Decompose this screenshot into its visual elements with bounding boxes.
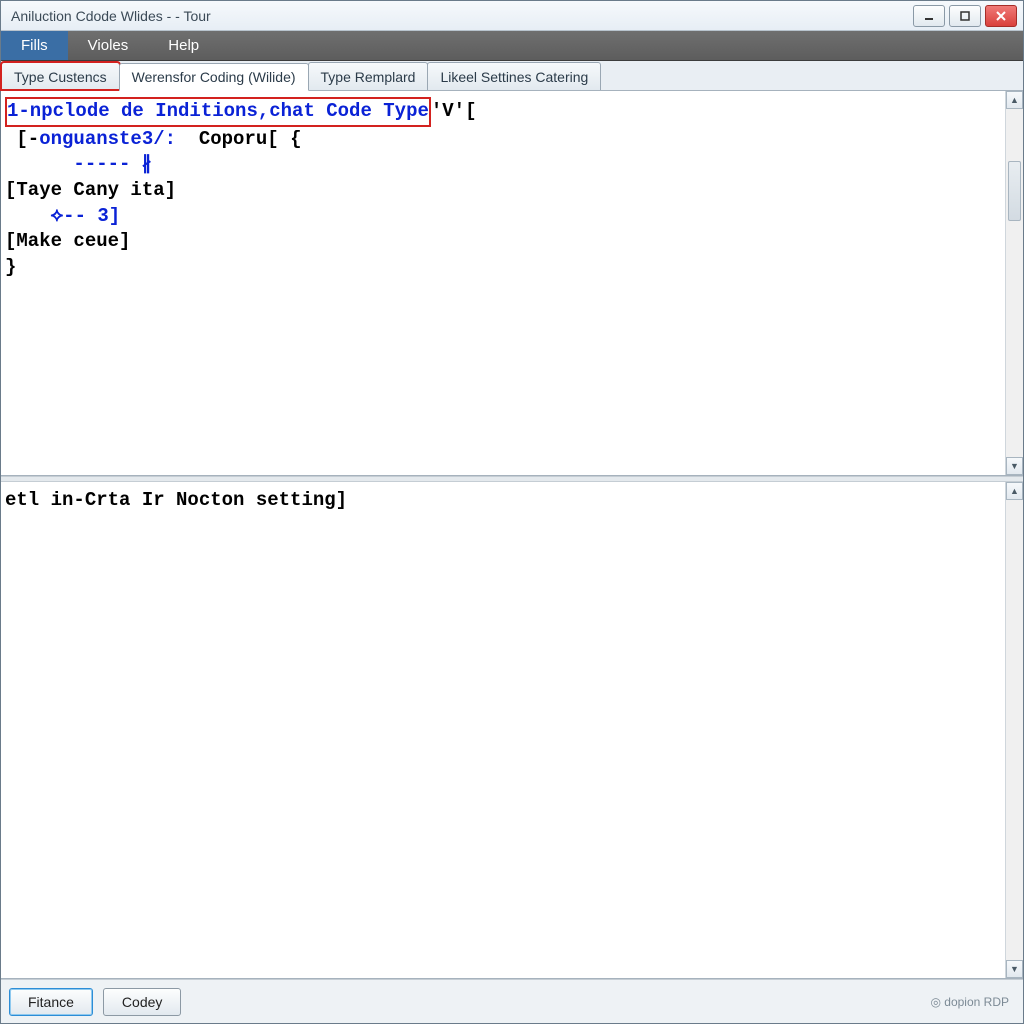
bottom-bar: Fitance Codey ◎ dopion RDP bbox=[1, 979, 1023, 1023]
tab-likeel-settines[interactable]: Likeel Settines Catering bbox=[427, 62, 601, 90]
app-window: Aniluction Cdode Wlides - - Tour Fills V… bbox=[0, 0, 1024, 1024]
scroll-down-arrow[interactable]: ▼ bbox=[1006, 457, 1023, 475]
code-line: 1-npclode de Inditions,chat Code Type'V'… bbox=[5, 97, 1001, 127]
code-keyword: 1-npclode de Inditions,chat Code Type bbox=[5, 97, 431, 127]
tab-strip: Type Custencs Werensfor Coding (Wilide) … bbox=[1, 61, 1023, 91]
scroll-down-arrow[interactable]: ▼ bbox=[1006, 960, 1023, 978]
close-icon bbox=[995, 10, 1007, 22]
maximize-icon bbox=[959, 10, 971, 22]
status-right: ◎ dopion RDP bbox=[930, 995, 1015, 1009]
minimize-button[interactable] bbox=[913, 5, 945, 27]
menubar: Fills Violes Help bbox=[1, 31, 1023, 61]
tab-type-custencs[interactable]: Type Custencs bbox=[1, 62, 120, 90]
scrollbar-vertical[interactable]: ▲ ▼ bbox=[1005, 91, 1023, 475]
tab-werensfor-coding[interactable]: Werensfor Coding (Wilide) bbox=[119, 63, 309, 91]
code-line: } bbox=[5, 255, 1001, 281]
scroll-thumb[interactable] bbox=[1008, 161, 1021, 221]
code-line: [Make ceue] bbox=[5, 229, 1001, 255]
editor-upper: 1-npclode de Inditions,chat Code Type'V'… bbox=[1, 91, 1023, 476]
editor-lower-content[interactable]: etl in-Crta Ir Nocton setting] bbox=[1, 482, 1005, 978]
code-line: [-onguanste3/: Coporu[ { bbox=[5, 127, 1001, 153]
window-buttons bbox=[913, 5, 1017, 27]
codey-button[interactable]: Codey bbox=[103, 988, 181, 1016]
scrollbar-vertical-lower[interactable]: ▲ ▼ bbox=[1005, 482, 1023, 978]
code-text: Coporu[ { bbox=[176, 128, 301, 150]
code-line: etl in-Crta Ir Nocton setting] bbox=[5, 488, 1001, 514]
scroll-up-arrow[interactable]: ▲ bbox=[1006, 91, 1023, 109]
code-text: [- bbox=[16, 128, 39, 150]
menu-violes[interactable]: Violes bbox=[68, 31, 149, 60]
titlebar: Aniluction Cdode Wlides - - Tour bbox=[1, 1, 1023, 31]
minimize-icon bbox=[923, 10, 935, 22]
code-line: ----- ∦ bbox=[5, 152, 1001, 178]
tab-type-remplard[interactable]: Type Remplard bbox=[308, 62, 429, 90]
maximize-button[interactable] bbox=[949, 5, 981, 27]
close-button[interactable] bbox=[985, 5, 1017, 27]
menu-help[interactable]: Help bbox=[148, 31, 219, 60]
scroll-up-arrow[interactable]: ▲ bbox=[1006, 482, 1023, 500]
window-title: Aniluction Cdode Wlides - - Tour bbox=[7, 8, 913, 24]
code-keyword: onguanste3/: bbox=[39, 128, 176, 150]
editor-lower: etl in-Crta Ir Nocton setting] ▲ ▼ bbox=[1, 482, 1023, 979]
editor-upper-content[interactable]: 1-npclode de Inditions,chat Code Type'V'… bbox=[1, 91, 1005, 475]
code-line: [Taye Cany ita] bbox=[5, 178, 1001, 204]
menu-fills[interactable]: Fills bbox=[1, 31, 68, 60]
code-line: ⟡-- 3] bbox=[5, 204, 1001, 230]
code-text: 'V'[ bbox=[431, 100, 477, 122]
fitance-button[interactable]: Fitance bbox=[9, 988, 93, 1016]
